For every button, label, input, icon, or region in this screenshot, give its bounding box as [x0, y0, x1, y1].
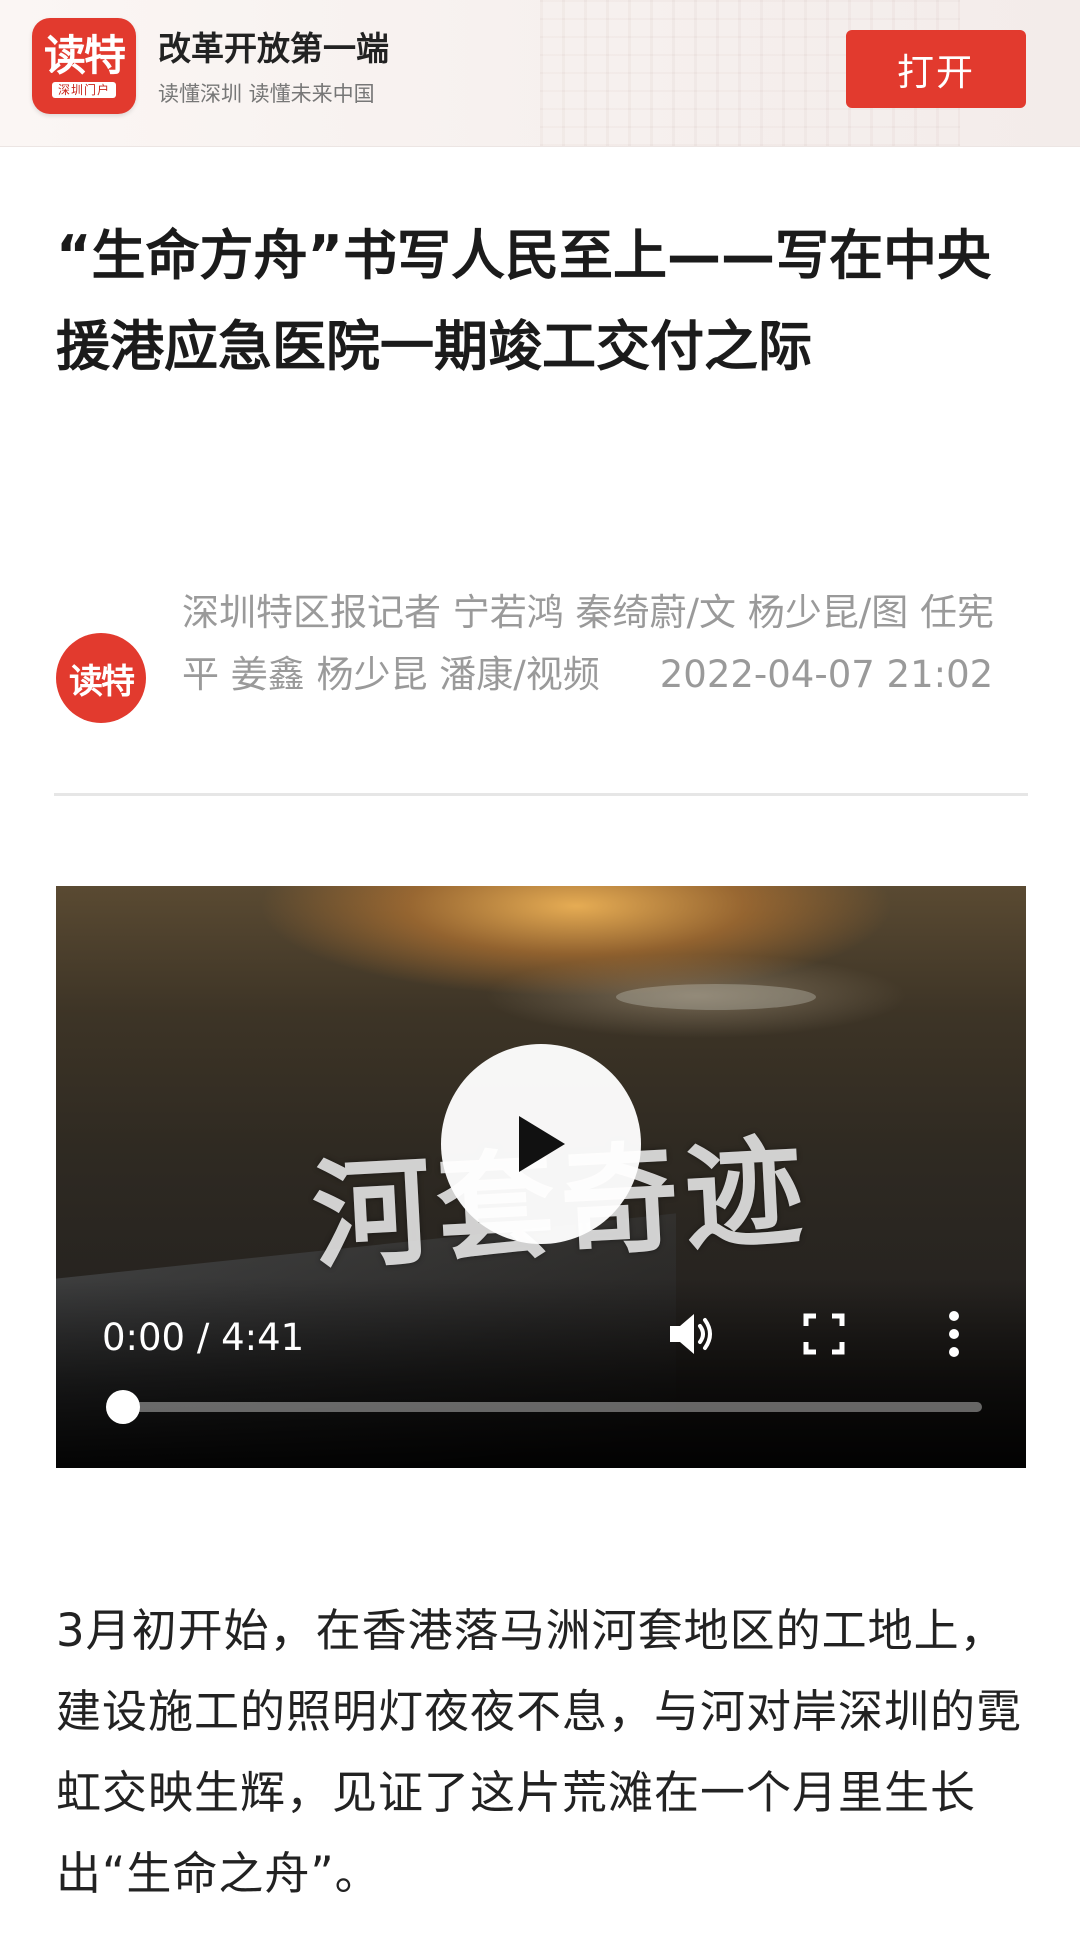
page: 读特 深圳门户 改革开放第一端 读懂深圳 读懂未来中国 打开 “生命方舟”书写人…	[0, 0, 1080, 1946]
divider	[54, 793, 1028, 796]
fullscreen-icon[interactable]	[800, 1310, 848, 1358]
video-controls-shade	[56, 1278, 1026, 1468]
banner-title: 改革开放第一端	[158, 29, 389, 68]
banner-subtitle: 读懂深圳 读懂未来中国	[158, 82, 375, 106]
more-vertical-icon[interactable]	[936, 1306, 972, 1362]
video-frame-water	[616, 984, 816, 1010]
author-avatar[interactable]: 读特	[56, 633, 146, 723]
author-avatar-text: 读特	[69, 661, 135, 702]
play-icon	[519, 1116, 565, 1172]
video-progress-bar[interactable]	[106, 1390, 982, 1424]
publish-date: 2022-04-07 21:02	[659, 653, 994, 696]
app-logo-subtext: 深圳门户	[51, 82, 116, 98]
play-button[interactable]	[441, 1044, 641, 1244]
article-title: “生命方舟”书写人民至上——写在中央援港应急医院一期竣工交付之际	[56, 224, 991, 378]
video-progress-thumb[interactable]	[106, 1390, 140, 1424]
open-app-button[interactable]: 打开	[846, 30, 1026, 108]
article-paragraph: 3月初开始，在香港落马洲河套地区的工地上，建设施工的照明灯夜夜不息，与河对岸深圳…	[56, 1604, 1023, 1900]
volume-icon[interactable]	[666, 1308, 718, 1360]
app-download-banner: 读特 深圳门户 改革开放第一端 读懂深圳 读懂未来中国 打开	[0, 0, 1080, 147]
article-byline: 深圳特区报记者 宁若鸿 秦绮蔚/文 杨少昆/图 任宪平 姜鑫 杨少昆 潘康/视频…	[182, 582, 1022, 706]
app-logo[interactable]: 读特 深圳门户	[32, 18, 136, 114]
video-player[interactable]: 河套奇迹 0:00 / 4:41	[56, 886, 1026, 1468]
app-logo-text: 读特	[43, 31, 126, 80]
video-time-display: 0:00 / 4:41	[102, 1316, 305, 1359]
